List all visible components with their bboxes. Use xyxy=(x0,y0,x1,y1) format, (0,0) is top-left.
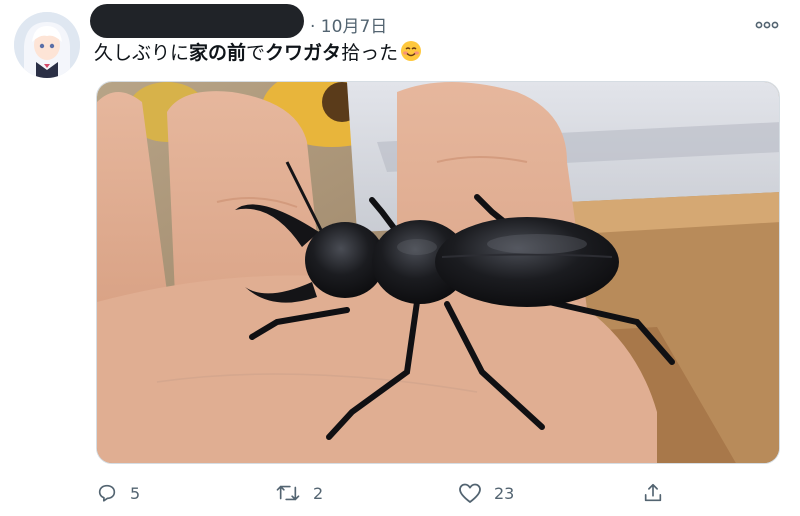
stag-beetle-photo xyxy=(97,82,779,463)
reply-count: 5 xyxy=(130,483,141,503)
tweet-photo[interactable] xyxy=(96,81,780,464)
retweet-icon xyxy=(275,482,301,504)
retweet-button[interactable]: 2 xyxy=(275,478,323,508)
avatar-image xyxy=(14,12,80,78)
tweet-text-bold: 家の前 xyxy=(189,42,247,64)
tweet-text: 久しぶりに家の前でクワガタ拾った xyxy=(94,40,422,69)
tweet-actions: 5 2 23 xyxy=(0,478,800,508)
heart-icon xyxy=(458,482,482,504)
avatar[interactable] xyxy=(14,12,80,78)
more-icon[interactable] xyxy=(755,14,779,35)
tweet-text-bold: クワガタ xyxy=(265,42,342,64)
redacted-username xyxy=(90,4,304,38)
tweet-text-part: で xyxy=(246,42,266,64)
tweet-text-part: 久しぶりに xyxy=(94,42,190,64)
share-icon xyxy=(642,482,664,504)
like-count: 23 xyxy=(494,483,515,503)
retweet-count: 2 xyxy=(313,483,324,503)
tweet-text-part: 拾った xyxy=(341,42,399,64)
tweet-date[interactable]: · 10月7日 xyxy=(310,12,387,37)
smiling-emoji-icon xyxy=(400,40,422,69)
reply-icon xyxy=(96,482,118,504)
share-button[interactable] xyxy=(642,478,664,508)
like-button[interactable]: 23 xyxy=(458,478,514,508)
reply-button[interactable]: 5 xyxy=(96,478,140,508)
